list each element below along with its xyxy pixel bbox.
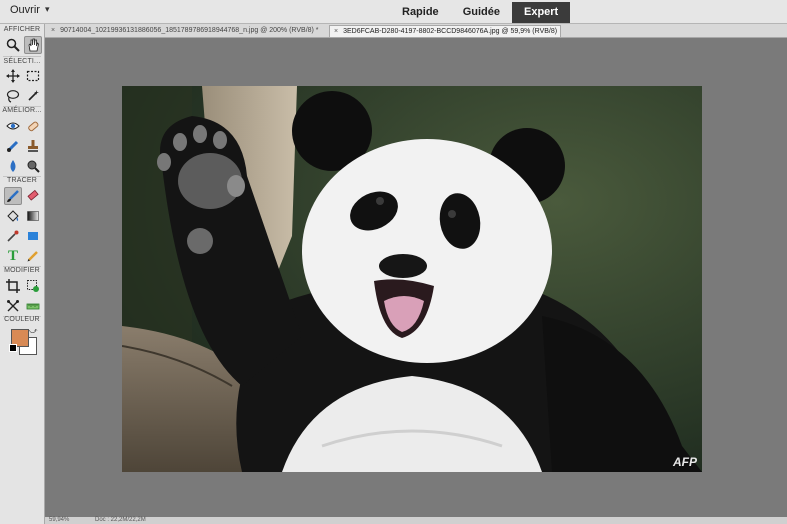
move-tool-icon[interactable] xyxy=(4,67,22,85)
top-menu-bar: Ouvrir ▾ Rapide Guidée Expert xyxy=(0,0,787,24)
close-tab-icon[interactable]: × xyxy=(334,28,338,35)
spot-healing-tool-icon[interactable] xyxy=(24,117,42,135)
blur-tool-icon[interactable] xyxy=(4,157,22,175)
divider xyxy=(3,56,41,57)
swap-colors-icon[interactable]: ⤻ xyxy=(29,326,38,336)
document-tab-label: 3ED6FCAB-D280-4197-8802-BCCD9846076A.jpg… xyxy=(343,28,558,35)
mode-switcher: Rapide Guidée Expert xyxy=(390,2,571,23)
default-colors-icon[interactable] xyxy=(9,344,17,352)
mode-quick-tab[interactable]: Rapide xyxy=(390,2,451,23)
red-eye-tool-icon[interactable] xyxy=(4,117,22,135)
smart-brush-tool-icon[interactable] xyxy=(4,137,22,155)
straighten-tool-icon[interactable] xyxy=(24,297,42,315)
clone-stamp-tool-icon[interactable] xyxy=(24,137,42,155)
panda-photo xyxy=(122,86,702,472)
lasso-tool-icon[interactable] xyxy=(4,87,22,105)
section-label-select: SÉLECTI... xyxy=(3,58,41,65)
open-dropdown-icon[interactable]: ▾ xyxy=(45,4,50,15)
sponge-tool-icon[interactable] xyxy=(24,157,42,175)
document-tab-bar: × 90714004_10219936131886056_185178978691… xyxy=(45,24,787,38)
eyedropper-tool-icon[interactable] xyxy=(4,227,22,245)
recompose-tool-icon[interactable] xyxy=(24,277,42,295)
watermark-text: AFP xyxy=(673,455,697,469)
section-label-color: COULEUR xyxy=(4,316,40,323)
text-tool-icon[interactable]: T xyxy=(4,247,22,265)
tools-panel: AFFICHER SÉLECTI... AMÉLIOR... TRACER T … xyxy=(0,24,45,524)
document-tab-active[interactable]: × 3ED6FCAB-D280-4197-8802-BCCD9846076A.jp… xyxy=(329,25,561,37)
section-label-enhance: AMÉLIOR... xyxy=(2,107,42,114)
mode-expert-tab[interactable]: Expert xyxy=(511,2,571,23)
marquee-tool-icon[interactable] xyxy=(24,67,42,85)
mode-guided-tab[interactable]: Guidée xyxy=(451,2,512,23)
document-tab[interactable]: × 90714004_10219936131886056_185178978691… xyxy=(47,25,329,37)
pencil-tool-icon[interactable] xyxy=(24,247,42,265)
eraser-tool-icon[interactable] xyxy=(24,187,42,205)
section-label-draw: TRACER xyxy=(7,177,37,184)
status-bar: 59,94% Doc : 22,2M/22,2M xyxy=(45,517,787,524)
close-tab-icon[interactable]: × xyxy=(51,27,55,34)
document-size: Doc : 22,2M/22,2M xyxy=(95,517,146,523)
hand-tool-icon[interactable] xyxy=(24,36,42,54)
crop-tool-icon[interactable] xyxy=(4,277,22,295)
magic-wand-tool-icon[interactable] xyxy=(24,87,42,105)
zoom-level[interactable]: 59,94% xyxy=(49,517,69,524)
section-label-view: AFFICHER xyxy=(3,26,41,33)
open-button[interactable]: Ouvrir xyxy=(10,4,40,16)
paint-bucket-tool-icon[interactable] xyxy=(4,207,22,225)
document-tab-label: 90714004_10219936131886056_1851789786918… xyxy=(60,27,319,34)
shape-tool-icon[interactable] xyxy=(24,227,42,245)
content-aware-move-tool-icon[interactable] xyxy=(4,297,22,315)
gradient-tool-icon[interactable] xyxy=(24,207,42,225)
zoom-tool-icon[interactable] xyxy=(4,36,22,54)
section-label-modify: MODIFIER xyxy=(4,267,40,274)
brush-tool-icon[interactable] xyxy=(4,187,22,205)
text-tool-glyph: T xyxy=(7,248,18,264)
image-canvas[interactable]: AFP xyxy=(122,86,702,472)
